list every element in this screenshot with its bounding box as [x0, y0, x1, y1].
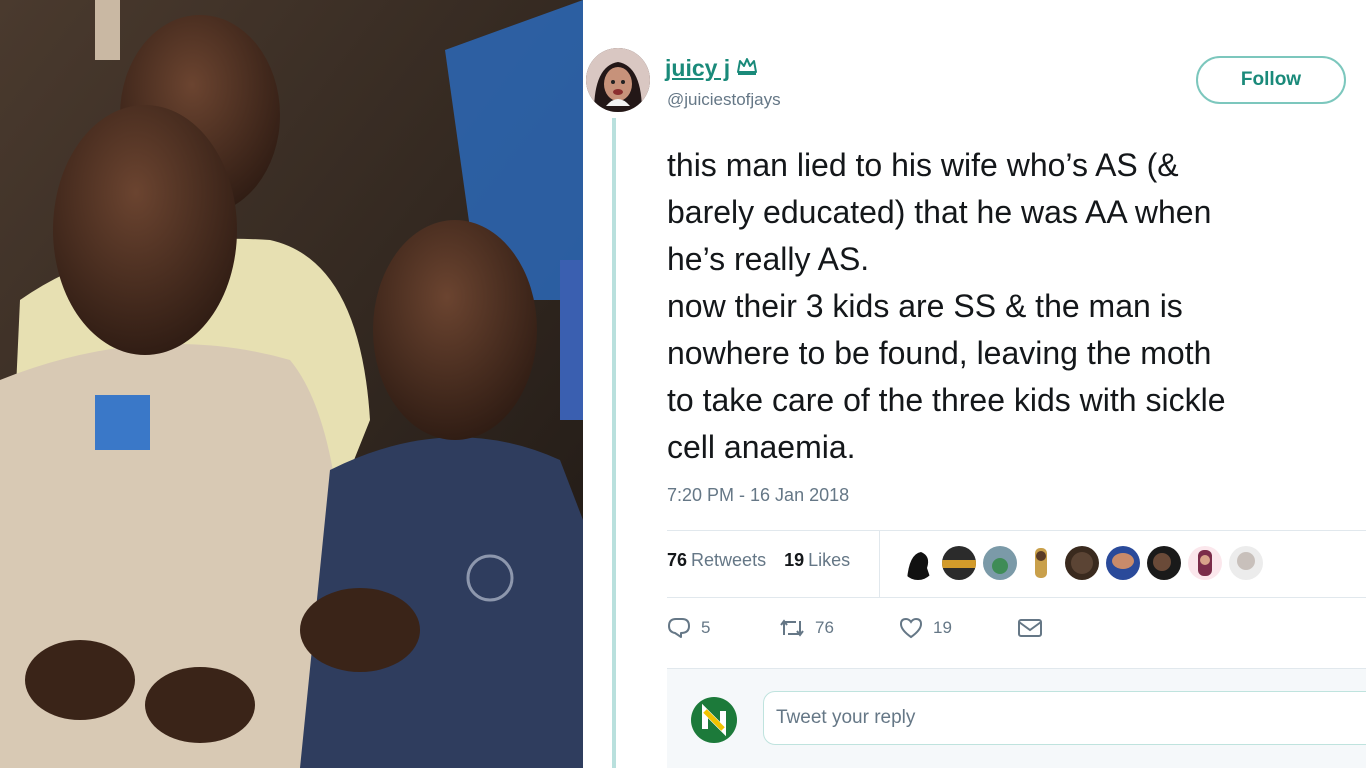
divider	[667, 530, 1366, 531]
thread-line	[612, 118, 616, 768]
divider	[667, 597, 1366, 598]
liker-avatar[interactable]	[1147, 546, 1181, 580]
liker-avatar[interactable]	[901, 546, 935, 580]
likes-label: Likes	[808, 550, 851, 570]
like-count: 19	[933, 618, 952, 637]
heart-icon	[899, 617, 923, 639]
likes-stat[interactable]: 19 Likes	[784, 550, 850, 571]
tweet-text-line: now their 3 kids are SS & the man is	[667, 288, 1183, 324]
liker-avatar[interactable]	[1188, 546, 1222, 580]
tweet-timestamp[interactable]: 7:20 PM - 16 Jan 2018	[667, 485, 849, 506]
retweet-icon	[779, 617, 805, 639]
liker-avatar[interactable]	[942, 546, 976, 580]
retweet-button[interactable]: 76	[779, 617, 899, 639]
tweet-card: juicy j @juiciestofjays Follow this man …	[583, 0, 1366, 768]
tweet-text-line: to take care of the three kids with sick…	[667, 382, 1226, 418]
retweet-count: 76	[815, 618, 834, 637]
likers-avatars	[901, 546, 1263, 580]
news-photo-children	[0, 0, 583, 768]
reply-composer: Tweet your reply	[667, 668, 1366, 768]
liker-avatar[interactable]	[1024, 546, 1058, 580]
like-button[interactable]: 19	[899, 617, 1017, 639]
retweets-label: Retweets	[691, 550, 767, 570]
author-display-name[interactable]: juicy j	[665, 55, 730, 82]
likes-count: 19	[784, 550, 805, 570]
liker-avatar[interactable]	[983, 546, 1017, 580]
viewer-avatar	[691, 697, 737, 743]
envelope-icon	[1017, 618, 1043, 638]
reply-icon	[667, 617, 691, 639]
crown-icon	[736, 57, 758, 80]
tweet-text: this man lied to his wife who’s AS (& ba…	[667, 142, 1366, 471]
author-handle[interactable]: @juiciestofjays	[667, 90, 781, 110]
direct-message-button[interactable]	[1017, 618, 1043, 638]
author-name-row[interactable]: juicy j	[665, 55, 758, 82]
tweet-text-line: cell anaemia.	[667, 429, 856, 465]
tweet-text-line: he’s really AS.	[667, 241, 870, 277]
liker-avatar[interactable]	[1229, 546, 1263, 580]
tweet-actions: 5 76 19	[667, 617, 1043, 639]
reply-count: 5	[701, 618, 711, 637]
retweets-count: 76	[667, 550, 688, 570]
engagement-stats: 76 Retweets 19 Likes	[667, 550, 850, 571]
user-avatar[interactable]	[586, 48, 650, 112]
liker-avatar[interactable]	[1065, 546, 1099, 580]
divider	[879, 531, 880, 597]
reply-input[interactable]: Tweet your reply	[763, 691, 1366, 745]
follow-button[interactable]: Follow	[1196, 56, 1346, 104]
tweet-text-line: nowhere to be found, leaving the moth	[667, 335, 1212, 371]
tweet-text-line: this man lied to his wife who’s AS (&	[667, 147, 1179, 183]
liker-avatar[interactable]	[1106, 546, 1140, 580]
retweets-stat[interactable]: 76 Retweets	[667, 550, 766, 571]
tweet-text-line: barely educated) that he was AA when	[667, 194, 1212, 230]
reply-button[interactable]: 5	[667, 617, 779, 639]
